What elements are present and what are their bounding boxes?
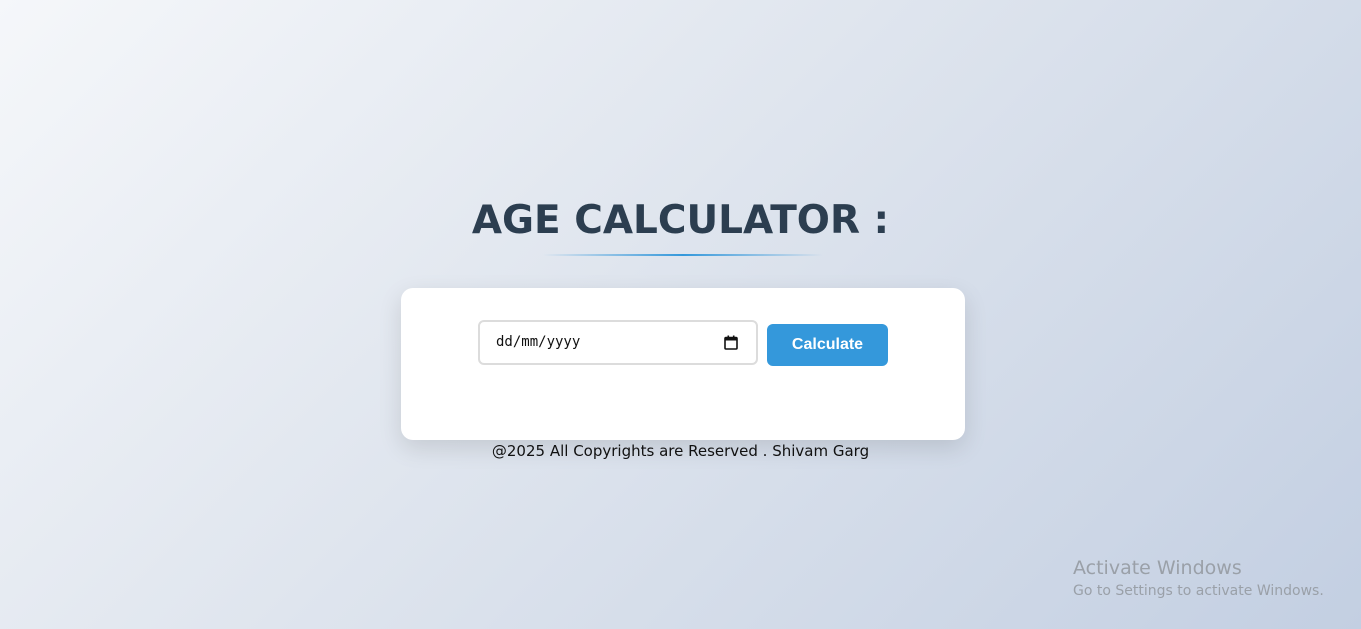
watermark-title: Activate Windows [1073, 557, 1242, 579]
date-placeholder: dd/mm/yyyy [496, 334, 581, 350]
calculator-card: dd/mm/yyyy Calculate [401, 288, 965, 440]
calculate-button[interactable]: Calculate [767, 324, 888, 366]
footer-copyright: @2025 All Copyrights are Reserved . Shiv… [491, 442, 870, 460]
title-underline [543, 254, 823, 256]
activate-windows-watermark: Activate Windows Go to Settings to activ… [1073, 557, 1324, 601]
calendar-icon[interactable] [724, 335, 738, 350]
page-title: AGE CALCULATOR : [471, 198, 890, 243]
watermark-subtitle: Go to Settings to activate Windows. [1073, 583, 1324, 599]
date-input[interactable]: dd/mm/yyyy [478, 320, 758, 365]
